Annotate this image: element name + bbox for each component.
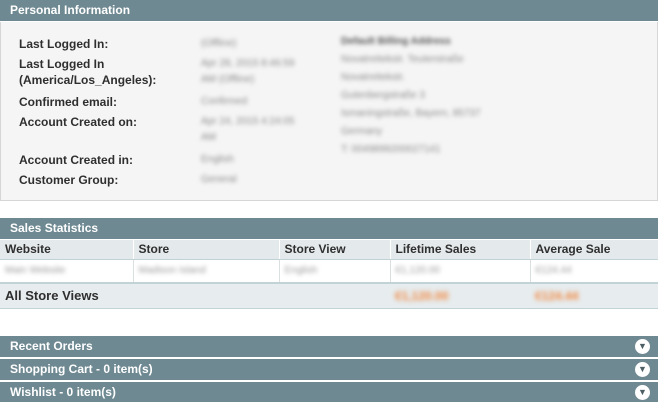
customer-group-label: Customer Group:	[19, 173, 119, 187]
last-logged-in-tz-label-line2: (America/Los_Angeles):	[19, 73, 157, 87]
account-created-on-value-line1: Apr 24, 2015 4:24:05	[201, 116, 295, 127]
sales-statistics-header: Sales Statistics	[0, 218, 658, 239]
shopping-cart-title: Shopping Cart - 0 item(s)	[10, 362, 153, 376]
account-created-in-value: English	[201, 154, 234, 165]
chevron-down-icon[interactable]: ▼	[635, 362, 650, 377]
sales-statistics-title: Sales Statistics	[10, 221, 99, 235]
account-created-in-label: Account Created in:	[19, 153, 134, 167]
totals-lifetime-sales: €1,120.00	[390, 283, 530, 309]
wishlist-title: Wishlist - 0 item(s)	[10, 385, 116, 399]
billing-address-line: Germany	[341, 126, 383, 137]
totals-label: All Store Views	[5, 288, 99, 304]
account-created-on-label: Account Created on:	[19, 115, 138, 129]
cell-website: Main Website	[0, 259, 134, 284]
last-logged-in-value: (Offline)	[201, 38, 237, 49]
last-logged-in-tz-label-line1: Last Logged In	[19, 57, 105, 71]
personal-info-panel: Last Logged In: Last Logged In (America/…	[0, 22, 658, 201]
column-header-website: Website	[0, 240, 134, 260]
billing-address-line: Novatreitekstr.	[341, 72, 405, 83]
cell-average-sale: €124.44	[530, 259, 658, 284]
totals-row: All Store Views €1,120.00 €124.44	[0, 283, 658, 309]
confirmed-email-value: Confirmed	[201, 96, 248, 107]
recent-orders-title: Recent Orders	[10, 339, 93, 353]
recent-orders-header[interactable]: Recent Orders ▼	[0, 336, 658, 357]
billing-address-line: Ismaningstraße, Bayern, 85737	[341, 108, 481, 119]
wishlist-header[interactable]: Wishlist - 0 item(s) ▼	[0, 382, 658, 402]
column-header-store-view: Store View	[279, 240, 391, 260]
personal-info-header: Personal Information	[0, 0, 658, 21]
shopping-cart-header[interactable]: Shopping Cart - 0 item(s) ▼	[0, 359, 658, 380]
billing-address-title: Default Billing Address	[341, 36, 451, 47]
billing-address-line: T: 0049899200027141	[341, 144, 441, 155]
table-row: Main Website Madison Island English €1,1…	[0, 259, 658, 284]
column-header-lifetime-sales: Lifetime Sales	[390, 240, 531, 260]
chevron-down-icon[interactable]: ▼	[635, 385, 650, 400]
sales-statistics-table: Website Store Store View Lifetime Sales …	[0, 240, 658, 309]
totals-label-cell: All Store Views	[0, 283, 390, 309]
totals-average-sale: €124.44	[530, 283, 658, 309]
last-logged-in-label: Last Logged In:	[19, 37, 109, 51]
confirmed-email-label: Confirmed email:	[19, 95, 118, 109]
last-logged-in-tz-value-line1: Apr 28, 2015 8:46:59	[201, 58, 295, 69]
billing-address-line: Gutenbergstraße 3	[341, 90, 425, 101]
account-created-on-value-line2: AM	[201, 132, 216, 143]
table-header-row: Website Store Store View Lifetime Sales …	[0, 240, 658, 260]
cell-lifetime-sales: €1,120.00	[390, 259, 531, 284]
cell-store-view: English	[279, 259, 391, 284]
customer-group-value: General	[201, 174, 237, 185]
column-header-store: Store	[133, 240, 280, 260]
last-logged-in-tz-value-line2: AM (Offline)	[201, 74, 255, 85]
billing-address-line: Novatreitekstr. Teuterstraße	[341, 54, 464, 65]
cell-store: Madison Island	[133, 259, 280, 284]
column-header-average-sale: Average Sale	[530, 240, 658, 260]
personal-info-title: Personal Information	[10, 3, 131, 17]
chevron-down-icon[interactable]: ▼	[635, 339, 650, 354]
